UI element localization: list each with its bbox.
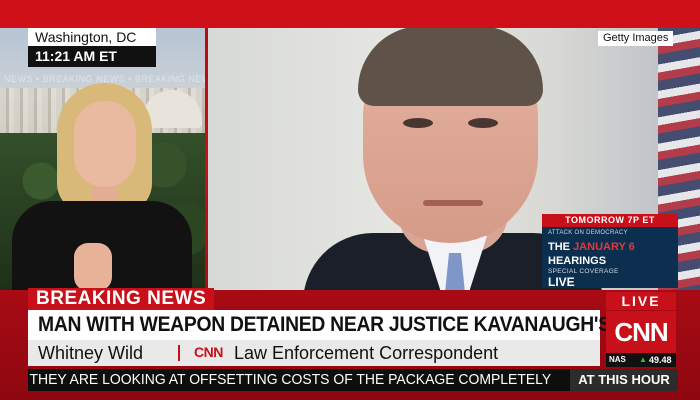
- correspondent-figure: [12, 83, 197, 290]
- mouth: [423, 200, 483, 206]
- location-time: 11:21 AM ET: [28, 46, 156, 67]
- name-bar: Whitney Wild CNN Law Enforcement Corresp…: [28, 340, 600, 366]
- location-city: Washington, DC: [28, 28, 156, 46]
- right-eye: [468, 118, 498, 128]
- cnn-small-logo-text: CNN: [194, 344, 223, 360]
- promo-status: LIVE: [548, 275, 575, 289]
- promo-kicker: ATTACK ON DEMOCRACY: [548, 230, 628, 236]
- promo-title-line2: HEARINGS: [548, 255, 607, 267]
- correspondent-role: Law Enforcement Correspondent: [234, 343, 499, 363]
- market-value: 49.48: [649, 355, 672, 365]
- photo-credit: Getty Images: [598, 31, 674, 46]
- ticker-tag: AT THIS HOUR: [570, 369, 678, 391]
- promo-title-part1: THE: [548, 241, 574, 253]
- market-name: NAS: [609, 355, 626, 364]
- cnn-logo-text: CNN: [614, 317, 668, 347]
- cnn-small-logo: CNN: [194, 344, 224, 361]
- breaking-news-label: BREAKING NEWS: [28, 288, 215, 310]
- promo-box: TOMORROW 7P ET ATTACK ON DEMOCRACY THE J…: [542, 214, 678, 288]
- promo-title-part2: JANUARY 6: [573, 241, 635, 253]
- left-eye: [403, 118, 433, 128]
- news-ticker: I THEY ARE LOOKING AT OFFSETTING COSTS O…: [28, 369, 600, 391]
- live-tag: LIVE: [606, 292, 676, 310]
- top-stripe: [0, 0, 700, 28]
- correspondent-name: Whitney Wild: [38, 343, 144, 363]
- promo-header: TOMORROW 7P ET: [542, 214, 678, 227]
- separator: [178, 345, 180, 361]
- correspondent-hand: [74, 243, 112, 290]
- headline-bar: MAN WITH WEAPON DETAINED NEAR JUSTICE KA…: [28, 310, 673, 340]
- location-box: Washington, DC 11:21 AM ET: [28, 28, 156, 68]
- market-indicator: NAS ▲ 49.48: [606, 353, 676, 367]
- correspondent-face: [74, 101, 136, 187]
- headline: MAN WITH WEAPON DETAINED NEAR JUSTICE KA…: [38, 313, 673, 336]
- hair: [358, 28, 543, 106]
- cnn-logo: CNN: [606, 311, 676, 353]
- promo-body: ATTACK ON DEMOCRACY THE JANUARY 6 HEARIN…: [542, 227, 678, 288]
- ticker-text: I THEY ARE LOOKING AT OFFSETTING COSTS O…: [28, 371, 552, 388]
- market-up-icon: ▲: [639, 355, 647, 364]
